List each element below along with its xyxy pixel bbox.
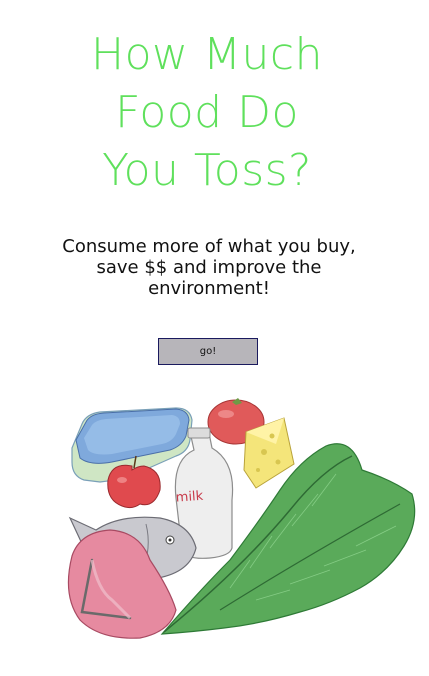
title-line-3: You Toss? (102, 145, 312, 196)
milk-label: milk (175, 489, 204, 506)
food-illustration: milk (67, 398, 416, 639)
title-line-2: Food Do (115, 87, 299, 138)
page-subtitle: Consume more of what you buy, save $$ an… (62, 236, 356, 299)
page-title: How Much Food Do You Toss? (0, 26, 414, 200)
go-button[interactable]: go! (158, 338, 258, 365)
title-line-1: How Much (91, 29, 323, 80)
